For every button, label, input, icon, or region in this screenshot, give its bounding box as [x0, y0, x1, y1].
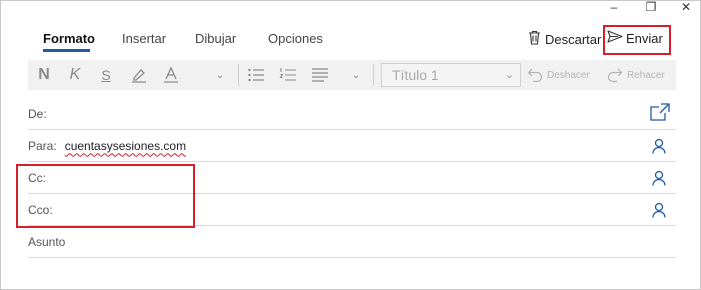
from-field[interactable]: De:: [28, 98, 676, 130]
maximize-button[interactable]: ❐: [640, 0, 662, 14]
undo-button[interactable]: Deshacer: [527, 64, 597, 86]
recipient-address[interactable]: cuentasysesiones.com: [65, 139, 186, 153]
send-highlight-box: [603, 25, 671, 55]
chevron-down-icon[interactable]: ⌄: [348, 64, 364, 86]
tab-insertar[interactable]: Insertar: [122, 31, 166, 46]
undo-label: Deshacer: [547, 69, 590, 81]
tab-formato[interactable]: Formato: [43, 31, 95, 46]
person-icon[interactable]: [652, 202, 666, 221]
to-label: Para:: [28, 138, 57, 153]
redo-button[interactable]: Rehacer: [607, 64, 671, 86]
minimize-button[interactable]: –: [603, 0, 625, 14]
person-icon[interactable]: [652, 138, 666, 157]
chevron-down-icon: ⌄: [504, 69, 514, 81]
cc-bcc-highlight-box: [16, 164, 195, 228]
close-button[interactable]: ✕: [675, 0, 697, 14]
popout-icon[interactable]: [650, 103, 670, 126]
redo-label: Rehacer: [627, 69, 665, 81]
font-color-icon[interactable]: [160, 64, 182, 86]
to-field[interactable]: Para: cuentasysesiones.com: [28, 130, 676, 162]
underline-button[interactable]: S: [97, 64, 115, 86]
active-tab-indicator: [43, 49, 90, 52]
italic-button[interactable]: K: [66, 64, 84, 86]
paragraph-style-select[interactable]: Título 1 ⌄: [381, 63, 521, 87]
bold-button[interactable]: N: [35, 64, 53, 86]
chevron-down-icon[interactable]: ⌄: [212, 64, 228, 86]
trash-icon: [528, 30, 541, 48]
highlighter-icon[interactable]: [128, 64, 150, 86]
subject-placeholder: Asunto: [28, 234, 66, 249]
subject-field[interactable]: Asunto: [28, 226, 676, 258]
toolbar-divider: [238, 64, 239, 86]
discard-button[interactable]: Descartar: [528, 30, 601, 48]
toolbar-divider: [373, 64, 374, 86]
style-value: Título 1: [392, 67, 439, 83]
from-label: De:: [28, 106, 47, 121]
tab-opciones[interactable]: Opciones: [268, 31, 323, 46]
numbered-list-icon[interactable]: [278, 64, 298, 86]
bullet-list-icon[interactable]: [246, 64, 266, 86]
tab-dibujar[interactable]: Dibujar: [195, 31, 236, 46]
align-icon[interactable]: [310, 64, 330, 86]
discard-label: Descartar: [545, 31, 602, 47]
person-icon[interactable]: [652, 170, 666, 189]
